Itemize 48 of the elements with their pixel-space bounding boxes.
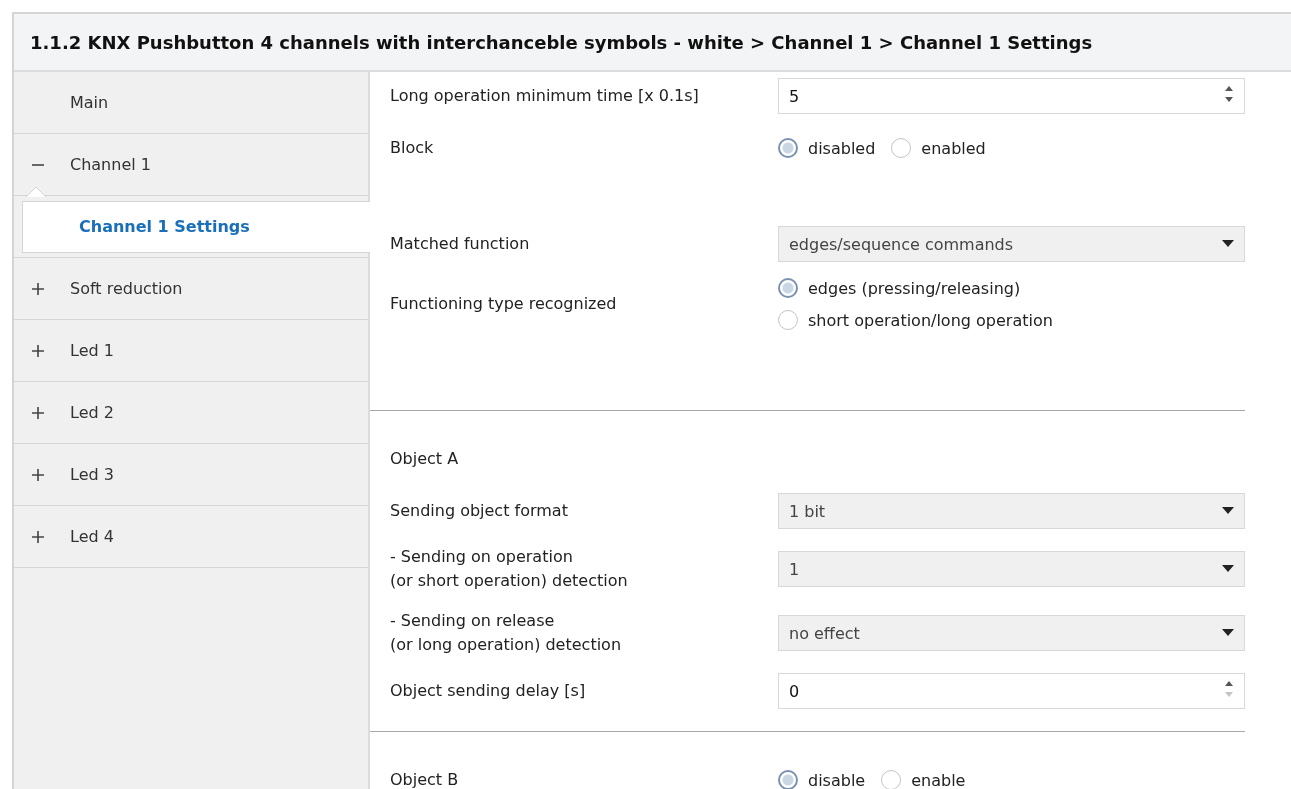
sidebar-item[interactable]: Led 3 bbox=[70, 465, 114, 484]
field-value: 0 bbox=[789, 681, 800, 701]
expand-icon[interactable] bbox=[32, 530, 44, 543]
caret-icon[interactable] bbox=[1222, 240, 1234, 248]
caret-icon[interactable] bbox=[1222, 507, 1234, 515]
setting-label: Sending object format bbox=[390, 500, 569, 522]
sidebar-item[interactable]: Main bbox=[70, 93, 109, 112]
setting-label: Long operation minimum time [x 0.1s] bbox=[390, 85, 700, 107]
expand-icon[interactable] bbox=[32, 344, 44, 357]
section-heading: Object A bbox=[390, 448, 460, 470]
sidebar-item[interactable]: Led 4 bbox=[70, 527, 114, 546]
dropdown[interactable]: edges/sequence commands bbox=[778, 226, 1245, 262]
expand-icon[interactable] bbox=[32, 406, 44, 419]
radio-icon[interactable] bbox=[881, 770, 902, 789]
radio-option[interactable]: enable bbox=[881, 770, 966, 789]
expand-icon[interactable] bbox=[32, 468, 44, 481]
radio-option[interactable]: disable bbox=[778, 770, 866, 789]
sidebar-item[interactable]: Soft reduction bbox=[70, 279, 183, 298]
radio-icon[interactable] bbox=[891, 138, 912, 158]
radio-option[interactable]: disabled bbox=[778, 138, 876, 158]
expand-icon[interactable] bbox=[32, 282, 44, 295]
radio-icon[interactable] bbox=[778, 278, 798, 298]
caret-icon[interactable] bbox=[1222, 629, 1234, 637]
radio-option[interactable]: enabled bbox=[891, 138, 986, 158]
sidebar-item[interactable]: Channel 1 bbox=[70, 155, 151, 174]
radio-option[interactable]: short operation/long operation bbox=[778, 310, 1245, 330]
radio-option[interactable]: edges (pressing/releasing) bbox=[778, 278, 1245, 298]
setting-label: Object sending delay [s] bbox=[390, 680, 587, 702]
number-field[interactable]: 0 bbox=[778, 673, 1245, 709]
setting-label: - Sending on release (or long operation) detection bbox=[390, 610, 623, 656]
sidebar-item[interactable]: Led 1 bbox=[70, 341, 114, 360]
sidebar-item-selected[interactable]: Channel 1 Settings bbox=[22, 200, 370, 253]
number-field[interactable]: 5 bbox=[778, 78, 1245, 114]
setting-label: Functioning type recognized bbox=[390, 293, 618, 315]
sidebar-item[interactable]: Led 2 bbox=[70, 403, 114, 422]
caret-icon[interactable] bbox=[1222, 565, 1234, 573]
setting-label: Object B bbox=[390, 769, 460, 789]
window-title: 1.1.2 KNX Pushbutton 4 channels with interchanceble symbols - white > Channel 1 > Channel 1 Settings bbox=[14, 14, 1291, 72]
setting-label: - Sending on operation (or short operation) detection bbox=[390, 546, 629, 592]
setting-label: Matched function bbox=[390, 233, 531, 255]
radio-icon[interactable] bbox=[778, 138, 798, 158]
field-value: 5 bbox=[789, 86, 800, 106]
dropdown[interactable]: 1 bbox=[778, 551, 1245, 587]
setting-label: Block bbox=[390, 137, 435, 159]
radio-icon[interactable] bbox=[778, 310, 798, 330]
radio-icon[interactable] bbox=[778, 770, 798, 789]
dropdown[interactable]: no effect bbox=[778, 615, 1245, 651]
dropdown[interactable]: 1 bit bbox=[778, 493, 1245, 529]
